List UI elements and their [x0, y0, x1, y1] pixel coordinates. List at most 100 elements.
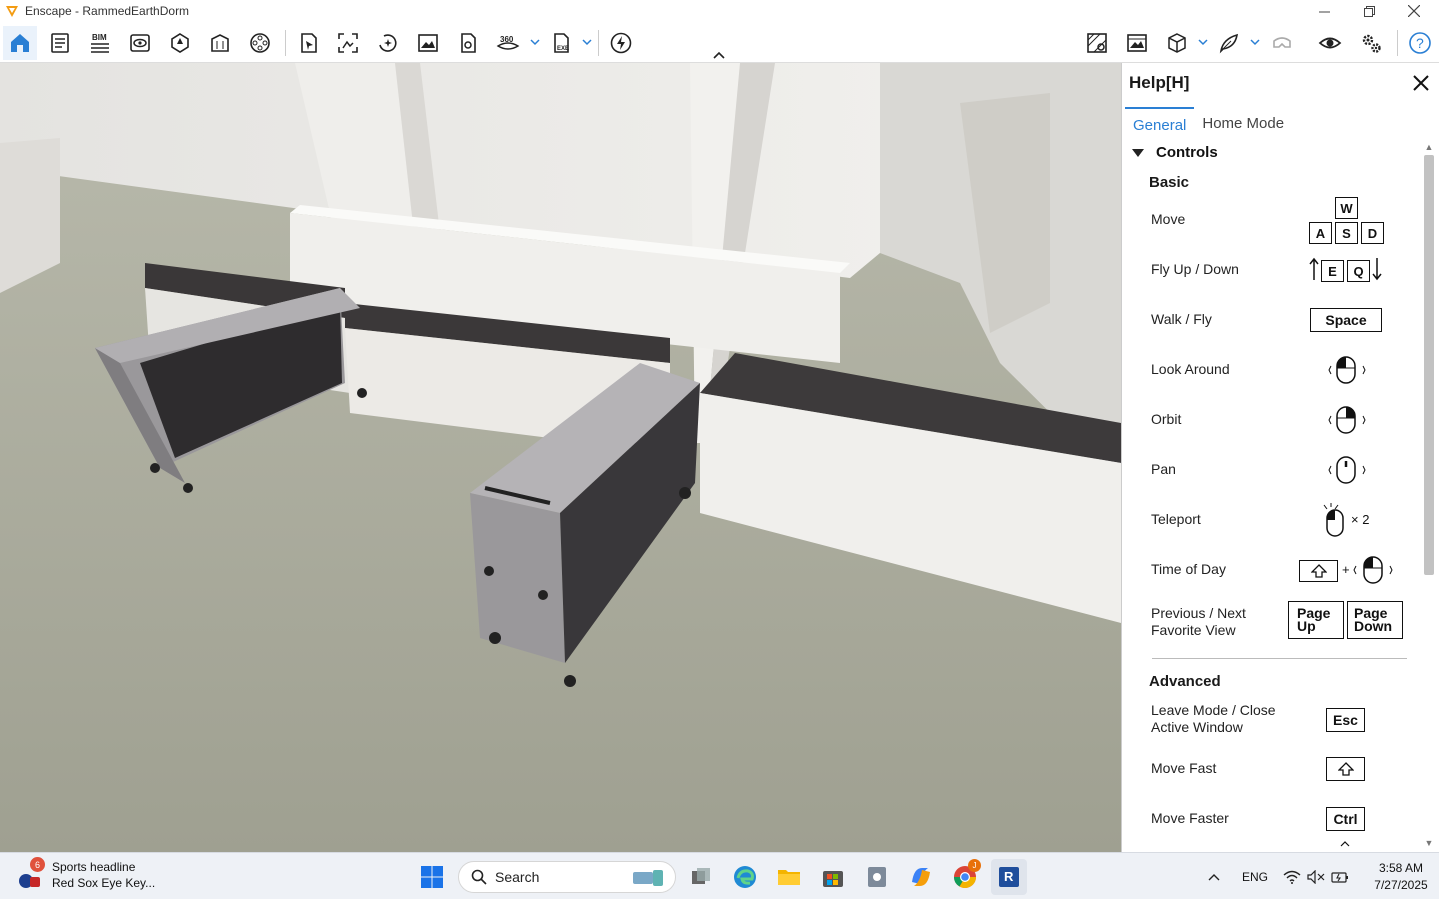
- capture-area-button[interactable]: [331, 26, 365, 60]
- material-map-button[interactable]: [1080, 26, 1114, 60]
- svg-text:R: R: [1004, 869, 1014, 884]
- svg-text:?: ?: [1416, 35, 1424, 51]
- favorite-view-label: Previous / Next Favorite View: [1151, 605, 1246, 639]
- copilot-icon: [912, 868, 930, 886]
- scroll-down-arrow-icon[interactable]: ▼: [1424, 838, 1434, 848]
- news-badge: 6: [30, 857, 45, 872]
- chevron-down-icon[interactable]: [1249, 36, 1261, 48]
- exe-export-button[interactable]: EXE: [545, 26, 579, 60]
- basic-heading: Basic: [1149, 174, 1190, 191]
- minimize-button[interactable]: [1301, 0, 1347, 22]
- atmosphere-button[interactable]: [163, 26, 197, 60]
- advanced-heading: Advanced: [1149, 673, 1221, 690]
- help-button[interactable]: ?: [1403, 26, 1437, 60]
- restore-button[interactable]: [1346, 0, 1392, 22]
- walk-fly-label: Walk / Fly: [1151, 311, 1212, 327]
- home-button[interactable]: [3, 26, 37, 60]
- capture-area-icon: [338, 33, 358, 53]
- taskbar-search-box[interactable]: Search: [458, 861, 676, 893]
- help-scrollbar[interactable]: ▲ ▼: [1421, 140, 1437, 852]
- export-button[interactable]: [451, 26, 485, 60]
- windows-start-icon: [421, 866, 443, 888]
- help-content[interactable]: Controls Basic Move W A S D Fly Up / Dow…: [1122, 140, 1422, 852]
- news-widget[interactable]: 6 Sports headline Red Sox Eye Key...: [16, 857, 156, 891]
- collapse-triangle-icon: [1132, 148, 1144, 157]
- edge-button[interactable]: [727, 859, 763, 895]
- plus-sign: +: [1342, 562, 1350, 577]
- screenshot-button[interactable]: [411, 26, 445, 60]
- settings-button[interactable]: [1354, 26, 1388, 60]
- move-fast-label: Move Fast: [1151, 760, 1217, 776]
- visibility-button[interactable]: [1313, 26, 1347, 60]
- arrow-down-icon: [1372, 258, 1382, 281]
- panorama-360-icon: 360: [496, 35, 520, 50]
- mouse-middle-drag-icon: [1328, 456, 1366, 484]
- scene-render: [0, 63, 1121, 852]
- render-viewport[interactable]: [0, 63, 1121, 852]
- close-icon[interactable]: [1411, 73, 1431, 93]
- vr-headset-icon: [1273, 37, 1291, 48]
- close-window-button[interactable]: [1391, 0, 1437, 22]
- panorama-button[interactable]: 360: [491, 26, 525, 60]
- render-settings-icon: [1127, 34, 1147, 52]
- bim-button[interactable]: BIM: [83, 26, 117, 60]
- live-update-button[interactable]: [604, 26, 638, 60]
- collapse-toolbar-icon[interactable]: [712, 50, 726, 60]
- store-icon: [823, 871, 843, 887]
- document-settings-button[interactable]: [43, 26, 77, 60]
- chrome-button[interactable]: J: [947, 859, 983, 895]
- search-label: Search: [495, 869, 540, 885]
- chevron-down-icon[interactable]: [1197, 36, 1209, 48]
- building-button[interactable]: [203, 26, 237, 60]
- scroll-up-arrow-icon[interactable]: ▲: [1424, 142, 1434, 152]
- mouse-right-drag-icon: [1328, 406, 1366, 434]
- leave-mode-line2: Active Window: [1151, 719, 1243, 735]
- show-hidden-icons-button[interactable]: [1207, 853, 1221, 899]
- look-around-label: Look Around: [1151, 361, 1230, 377]
- home-icon: [11, 34, 29, 52]
- chevron-down-icon[interactable]: [581, 36, 593, 48]
- chevron-up-icon: [1208, 873, 1220, 880]
- export-icon: [461, 33, 476, 53]
- vr-headset-button[interactable]: [1265, 26, 1299, 60]
- copilot-button[interactable]: [903, 859, 939, 895]
- controls-section-header[interactable]: Controls: [1132, 144, 1218, 161]
- orbit-sparkle-button[interactable]: [371, 26, 405, 60]
- windows-taskbar: 6 Sports headline Red Sox Eye Key... Sea…: [0, 852, 1439, 899]
- enscape-logo-icon: [3, 2, 21, 20]
- battery-button[interactable]: [1331, 853, 1349, 899]
- file-explorer-button[interactable]: [771, 859, 807, 895]
- tab-general[interactable]: General: [1125, 107, 1195, 139]
- app-button[interactable]: [859, 859, 895, 895]
- select-button[interactable]: [291, 26, 325, 60]
- arrow-up-icon: [1309, 257, 1319, 280]
- tab-home-mode[interactable]: Home Mode: [1194, 107, 1292, 139]
- revit-button[interactable]: R: [991, 859, 1027, 895]
- folder-icon: [778, 870, 800, 885]
- chrome-profile-badge: J: [968, 859, 981, 872]
- language-indicator[interactable]: ENG: [1242, 853, 1268, 899]
- lightning-icon: [610, 32, 632, 54]
- key-shift: [1299, 560, 1338, 582]
- task-view-button[interactable]: [683, 859, 719, 895]
- favorite-view-line2: Favorite View: [1151, 622, 1236, 638]
- feather-button[interactable]: [1212, 26, 1246, 60]
- main-toolbar: BIM 360 EXE ?: [0, 22, 1439, 63]
- news-subtitle: Red Sox Eye Key...: [52, 876, 156, 890]
- help-icon: ?: [1409, 32, 1431, 54]
- chevron-down-icon[interactable]: [529, 36, 541, 48]
- store-button[interactable]: [815, 859, 851, 895]
- render-settings-button[interactable]: [1120, 26, 1154, 60]
- wifi-button[interactable]: [1283, 853, 1301, 899]
- cube-button[interactable]: [1160, 26, 1194, 60]
- system-clock[interactable]: 3:58 AM 7/27/2025: [1371, 860, 1431, 894]
- pan-label: Pan: [1151, 461, 1176, 477]
- volume-button[interactable]: [1307, 853, 1325, 899]
- film-reel-icon: [250, 33, 270, 53]
- scroll-thumb[interactable]: [1424, 155, 1434, 575]
- shift-arrow-icon: [1310, 564, 1327, 578]
- view-button[interactable]: [123, 26, 157, 60]
- video-button[interactable]: [243, 26, 277, 60]
- volume-muted-icon: [1307, 869, 1325, 884]
- start-button[interactable]: [414, 859, 450, 895]
